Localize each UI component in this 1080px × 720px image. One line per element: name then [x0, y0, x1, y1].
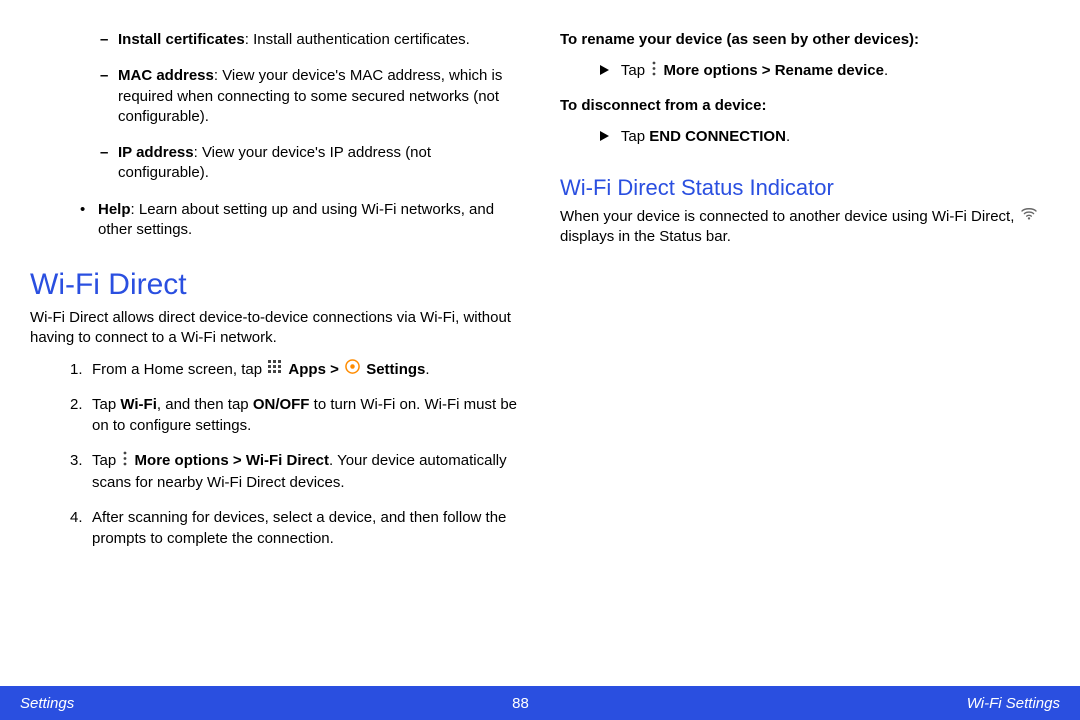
footer-left: Settings	[20, 695, 74, 712]
advanced-sublist: Install certificates: Install authentica…	[30, 30, 520, 184]
footer-right: Wi-Fi Settings	[967, 695, 1060, 712]
footer-page-number: 88	[512, 695, 529, 712]
sub-item-ip-address: IP address: View your device's IP addres…	[100, 143, 520, 184]
sub-item-install-certs: Install certificates: Install authentica…	[100, 30, 520, 50]
sub-desc: : Install authentication certificates.	[245, 31, 470, 48]
wifi-direct-steps: From a Home screen, tap Apps > Settings.…	[30, 359, 520, 549]
rename-instruction: Tap More options > Rename device.	[600, 60, 1050, 82]
disconnect-instruction: Tap END CONNECTION.	[600, 126, 1050, 147]
help-desc: : Learn about setting up and using Wi-Fi…	[98, 201, 494, 238]
help-label: Help	[98, 201, 131, 218]
wifi-direct-heading: Wi-Fi Direct	[30, 268, 520, 302]
sub-label: MAC address	[118, 67, 214, 84]
settings-gear-icon	[345, 359, 360, 380]
wifi-direct-intro: Wi-Fi Direct allows direct device-to-dev…	[30, 308, 520, 349]
arrow-icon	[600, 131, 609, 141]
arrow-icon	[600, 65, 609, 75]
rename-heading: To rename your device (as seen by other …	[560, 30, 1050, 50]
status-indicator-heading: Wi-Fi Direct Status Indicator	[560, 175, 1050, 201]
disconnect-heading: To disconnect from a device:	[560, 96, 1050, 116]
more-options-icon	[122, 451, 128, 472]
status-indicator-text: When your device is connected to another…	[560, 207, 1050, 248]
sub-item-mac-address: MAC address: View your device's MAC addr…	[100, 66, 520, 127]
wifi-signal-icon	[1021, 207, 1037, 227]
left-column: Install certificates: Install authentica…	[20, 30, 540, 670]
page-footer: Settings 88 Wi-Fi Settings	[0, 686, 1080, 720]
step-2: Tap Wi-Fi, and then tap ON/OFF to turn W…	[70, 394, 520, 436]
apps-grid-icon	[268, 359, 282, 380]
step-1: From a Home screen, tap Apps > Settings.	[70, 359, 520, 381]
more-options-icon	[651, 61, 657, 82]
help-item: Help: Learn about setting up and using W…	[80, 200, 520, 241]
right-column: To rename your device (as seen by other …	[540, 30, 1060, 670]
step-3: Tap More options > Wi-Fi Direct. Your de…	[70, 450, 520, 493]
help-list: Help: Learn about setting up and using W…	[30, 200, 520, 241]
sub-label: IP address	[118, 144, 194, 161]
sub-label: Install certificates	[118, 31, 245, 48]
step-4: After scanning for devices, select a dev…	[70, 507, 520, 549]
